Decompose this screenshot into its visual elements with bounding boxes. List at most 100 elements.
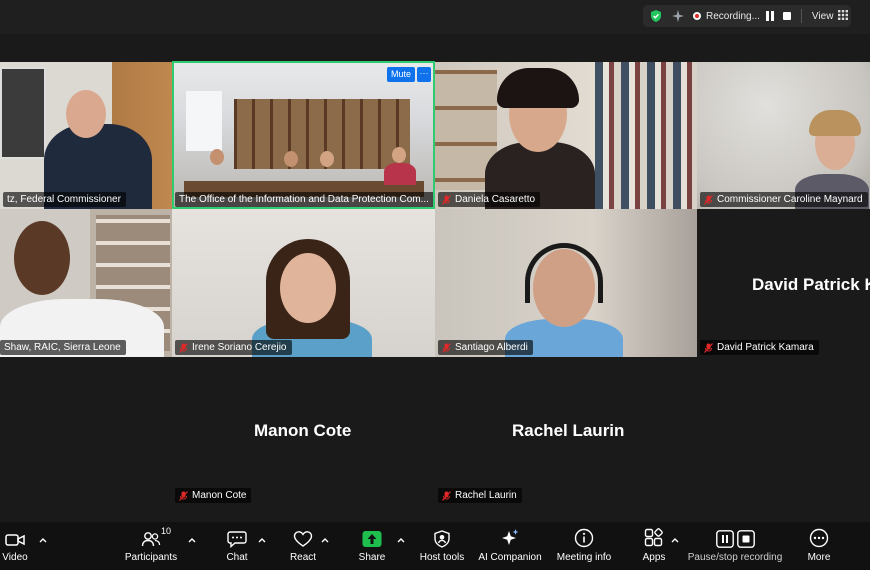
ellipsis-icon: ··· [419, 68, 429, 78]
view-button[interactable]: View [811, 9, 849, 23]
bookshelf [595, 62, 697, 209]
participant-display-name: Rachel Laurin [512, 421, 625, 440]
participant-tile[interactable]: tz, Federal Commissioner [0, 62, 172, 209]
mute-button[interactable]: Mute [387, 67, 415, 82]
participant-figure [392, 147, 406, 163]
participant-name-chip: Santiago Alberdi [438, 340, 533, 355]
pause-stop-recording-button[interactable]: Pause/stop recording [687, 522, 783, 570]
participant-face [66, 90, 106, 138]
video-options-chevron-icon[interactable] [38, 536, 48, 544]
participant-name: Irene Soriano Cerejio [192, 342, 287, 353]
react-label: React [289, 552, 317, 563]
meeting-status-pill: Recording... View [643, 5, 851, 27]
view-label: View [811, 10, 834, 22]
stop-icon [736, 530, 755, 548]
mic-muted-icon [704, 342, 713, 353]
chat-button[interactable]: Chat [222, 522, 252, 570]
participant-tile[interactable]: Rachel Laurin Rachel Laurin [435, 357, 697, 505]
heart-react-icon [293, 531, 313, 547]
recording-label: Recording... [706, 10, 760, 22]
host-tools-button[interactable]: Host tools [418, 522, 466, 570]
participant-name-chip: tz, Federal Commissioner [3, 192, 126, 207]
participants-label: Participants [124, 552, 178, 563]
participant-tile[interactable]: David Patrick K David Patrick Kamara [697, 209, 870, 357]
view-divider [800, 9, 802, 23]
mic-muted-icon [442, 194, 451, 205]
apps-button[interactable]: Apps [640, 522, 668, 570]
meeting-info-button[interactable]: Meeting info [556, 522, 612, 570]
share-button[interactable]: Share [355, 522, 389, 570]
participant-name: Commissioner Caroline Maynard [717, 194, 863, 205]
react-button[interactable]: React [286, 522, 320, 570]
video-button[interactable]: Video [0, 522, 30, 570]
host-tools-label: Host tools [419, 552, 465, 563]
share-label: Share [358, 552, 386, 563]
ai-companion-button[interactable]: AI Companion [478, 522, 542, 570]
more-button[interactable]: More [802, 522, 836, 570]
participant-tile[interactable]: Irene Soriano Cerejio [172, 209, 435, 357]
mic-muted-icon [442, 342, 451, 353]
participant-display-name: Manon Cote [254, 421, 352, 440]
chat-options-chevron-icon[interactable] [257, 536, 267, 544]
participants-icon [141, 532, 161, 547]
host-tools-shield-icon [434, 530, 450, 548]
mic-muted-icon [179, 342, 188, 353]
participant-display-name: David Patrick K [752, 275, 870, 294]
participants-button[interactable]: 10 Participants [122, 522, 180, 570]
ai-companion-sparkle-icon[interactable] [671, 9, 685, 23]
mute-label: Mute [390, 69, 411, 79]
participant-tile[interactable]: Commissioner Caroline Maynard [697, 62, 870, 209]
participant-tile[interactable]: Manon Cote Manon Cote [172, 357, 435, 505]
participant-name: Santiago Alberdi [455, 342, 528, 353]
ai-companion-sparkle-icon [502, 529, 519, 545]
participant-name-chip: The Office of the Information and Data P… [175, 192, 433, 207]
more-ellipsis-icon [809, 528, 829, 548]
participant-name-chip: Commissioner Caroline Maynard [700, 192, 868, 207]
participant-name-chip: David Patrick Kamara [700, 340, 819, 355]
participant-tile[interactable]: Daniela Casaretto [435, 62, 697, 209]
participant-name: Rachel Laurin [455, 490, 517, 501]
ai-companion-label: AI Companion [478, 552, 542, 563]
video-camera-icon [5, 534, 25, 546]
participant-figure [320, 151, 334, 167]
chat-label: Chat [226, 552, 248, 563]
share-options-chevron-icon[interactable] [396, 536, 406, 544]
pause-icon [715, 530, 734, 548]
participant-name-chip: Irene Soriano Cerejio [175, 340, 292, 355]
meeting-toolbar: Video 10 Participants Chat React Share H… [0, 522, 870, 570]
participant-figure [384, 163, 416, 185]
participant-name: tz, Federal Commissioner [7, 194, 121, 205]
participants-options-chevron-icon[interactable] [187, 536, 197, 544]
mic-muted-icon [442, 490, 451, 501]
participant-name: The Office of the Information and Data P… [179, 194, 429, 205]
participants-count: 10 [161, 526, 172, 536]
video-gallery: tz, Federal Commissioner Mute ··· The Of… [0, 34, 870, 522]
pause-recording-icon[interactable] [765, 11, 776, 21]
stop-recording-icon[interactable] [782, 12, 791, 20]
react-options-chevron-icon[interactable] [320, 536, 330, 544]
tile-more-button[interactable]: ··· [417, 67, 431, 82]
window [186, 91, 222, 151]
apps-label: Apps [642, 552, 666, 563]
participant-name: Shaw, RAIC, Sierra Leone [4, 342, 121, 353]
video-label: Video [2, 552, 28, 563]
participant-face [280, 253, 336, 323]
apps-options-chevron-icon[interactable] [670, 536, 680, 544]
participant-name: Manon Cote [192, 490, 247, 501]
participant-tile[interactable]: Shaw, RAIC, Sierra Leone [0, 209, 172, 357]
info-icon [574, 528, 594, 548]
pause-stop-recording-label: Pause/stop recording [687, 552, 783, 563]
participant-face [14, 221, 70, 295]
participant-tile-active[interactable]: Mute ··· The Office of the Information a… [172, 61, 435, 209]
more-label: More [807, 552, 831, 563]
participant-tile[interactable]: Santiago Alberdi [435, 209, 697, 357]
participant-figure [284, 151, 298, 167]
participant-name: David Patrick Kamara [717, 342, 814, 353]
encryption-shield-icon[interactable] [649, 9, 663, 23]
apps-icon [644, 528, 663, 547]
mic-muted-icon [179, 490, 188, 501]
share-screen-icon [362, 531, 382, 547]
wall-picture [0, 67, 46, 159]
meeting-info-label: Meeting info [556, 552, 612, 563]
participant-name-chip: Rachel Laurin [438, 488, 522, 503]
